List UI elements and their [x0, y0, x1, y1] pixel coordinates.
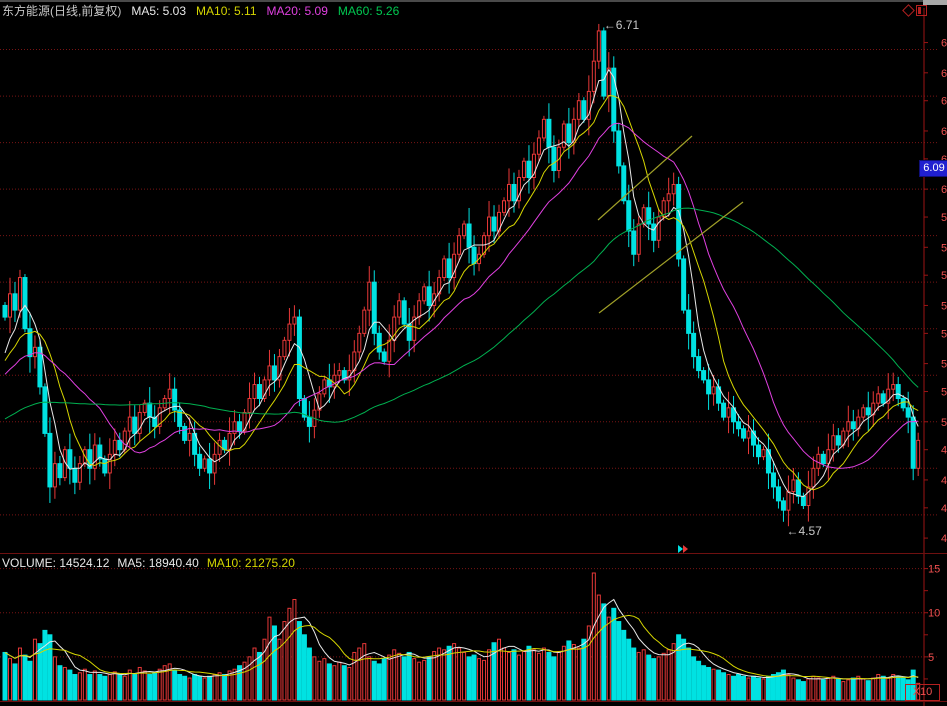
pane-marker-icon[interactable]: [678, 545, 690, 553]
ma5-value: MA5: 5.03: [131, 4, 186, 18]
svg-text:5.63: 5.63: [941, 270, 947, 282]
svg-text:5.50: 5.50: [941, 300, 947, 312]
svg-text:5.25: 5.25: [941, 359, 947, 371]
svg-text:6.00: 6.00: [941, 184, 947, 196]
volume-ma10-value: MA10: 21275.20: [207, 556, 295, 570]
svg-text:15: 15: [928, 564, 940, 576]
svg-text:5.00: 5.00: [941, 417, 947, 429]
svg-text:10: 10: [928, 608, 940, 620]
pane-divider[interactable]: [0, 553, 947, 554]
volume-ma5-value: MA5: 18940.40: [117, 556, 198, 570]
stock-title: 东方能源(日线,前复权): [2, 4, 121, 18]
indicator-header: 东方能源(日线,前复权) MA5: 5.03 MA10: 5.11 MA20: 5.0…: [2, 2, 409, 18]
svg-text:6.50: 6.50: [941, 68, 947, 80]
volume-scale-unit: X10: [905, 684, 940, 701]
marker-triangle-red: [683, 545, 688, 553]
high-price-annotation: ←6.71: [604, 18, 639, 32]
ma20-value: MA20: 5.09: [267, 4, 328, 18]
main-chart-canvas[interactable]: 6.636.506.386.256.136.005.885.755.635.50…: [0, 0, 947, 706]
svg-text:4.50: 4.50: [941, 533, 947, 545]
bottom-border: [0, 701, 947, 702]
svg-text:4.75: 4.75: [941, 475, 947, 487]
volume-indicator-header: VOLUME: 14524.12 MA5: 18940.40 MA10: 21275…: [2, 556, 303, 570]
svg-text:5: 5: [928, 652, 934, 664]
svg-text:4.88: 4.88: [941, 445, 947, 457]
window-restore-icon-fill: [918, 7, 921, 14]
last-price-badge: 6.09: [919, 160, 947, 177]
svg-text:6.63: 6.63: [941, 38, 947, 50]
svg-text:5.38: 5.38: [941, 328, 947, 340]
low-price-annotation: ←4.57: [786, 524, 821, 538]
svg-text:4.63: 4.63: [941, 503, 947, 515]
window-restore-icon[interactable]: [916, 5, 927, 16]
svg-text:5.13: 5.13: [941, 387, 947, 399]
svg-text:6.25: 6.25: [941, 126, 947, 138]
stock-app-window: { "header": { "title": "东方能源(日线,前复权)", "…: [0, 0, 947, 706]
svg-text:6.38: 6.38: [941, 96, 947, 108]
svg-text:5.75: 5.75: [941, 242, 947, 254]
svg-text:5.88: 5.88: [941, 212, 947, 224]
volume-value: VOLUME: 14524.12: [2, 556, 109, 570]
ma60-value: MA60: 5.26: [338, 4, 399, 18]
ma10-value: MA10: 5.11: [196, 4, 256, 18]
